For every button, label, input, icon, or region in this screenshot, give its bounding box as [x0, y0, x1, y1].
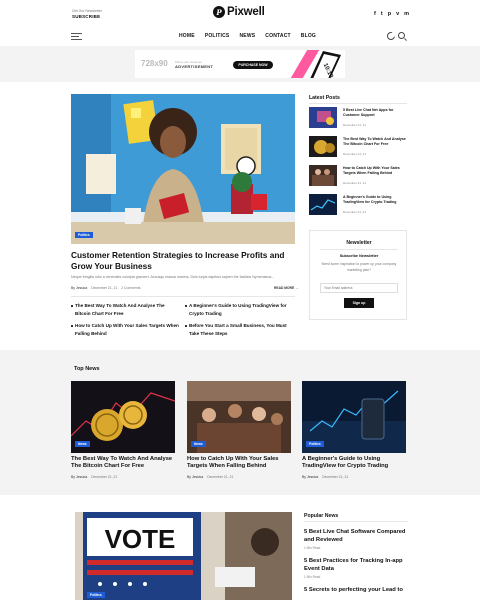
site-logo[interactable]: P Pixwell — [213, 6, 265, 18]
divider — [71, 296, 295, 297]
medium-icon[interactable]: m — [404, 11, 409, 17]
latest-post-item[interactable]: 5 Best Live Chat Net Apps for Customer S… — [309, 107, 409, 131]
post-title[interactable]: How to Catch Up With Your Sales Targets … — [343, 166, 407, 176]
related-post[interactable]: Before You Start a Small Business, You M… — [185, 322, 293, 337]
logo-text: Pixwell — [227, 6, 265, 18]
post-date: December 21, 21 — [91, 475, 118, 479]
latest-post-item[interactable]: A Beginner's Guide to Using TradingView … — [309, 194, 409, 218]
post-thumbnail[interactable] — [309, 165, 337, 186]
newsletter-description: Need some inspiration to power up your c… — [321, 262, 397, 272]
related-post[interactable]: The Best Way To Watch And Analyse The Bi… — [71, 302, 179, 317]
category-badge[interactable]: Politics — [87, 592, 105, 598]
ad-size: 728x90 — [141, 59, 168, 68]
purchase-now-button[interactable]: PURCHASE NOW — [233, 61, 273, 69]
post-title[interactable]: 5 Secrets to perfecting your Lead to — [304, 587, 408, 595]
newsletter-label: Get Our Newsletter — [72, 9, 102, 13]
post-date: December 21, 21 — [91, 286, 118, 290]
read-time: 1 Min Read — [304, 546, 321, 551]
featured-image[interactable]: VOTE Politics — [75, 512, 292, 600]
hero-image[interactable]: Politics — [71, 94, 295, 244]
read-more-link[interactable]: READ MORE → — [274, 286, 298, 290]
category-badge[interactable]: Politics — [75, 232, 93, 238]
news-card-meta: By Jessica December 21, 21 — [71, 475, 117, 479]
post-date: December 21, 21 — [343, 152, 367, 156]
author-name[interactable]: By Jessica — [71, 286, 87, 290]
popular-news-heading: Popular News — [304, 513, 339, 519]
dark-mode-icon[interactable] — [387, 32, 396, 40]
social-links: f t p v m — [374, 11, 409, 17]
author-name[interactable]: By Jessica — [187, 475, 203, 479]
hero-meta: By Jessica December 21, 21 2 Comments — [71, 286, 140, 290]
category-badge[interactable]: News — [191, 441, 206, 447]
ad-label: ADVERTISEMENT — [175, 64, 214, 69]
latest-posts-heading: Latest Posts — [309, 95, 340, 101]
nav-item-blog[interactable]: BLOG — [301, 33, 316, 39]
latest-post-item[interactable]: How to Catch Up With Your Sales Targets … — [309, 165, 409, 189]
post-title[interactable]: A Beginner's Guide to Using TradingView … — [343, 195, 407, 205]
nav-item-politics[interactable]: POLITICS — [205, 33, 230, 39]
news-card-title[interactable]: A Beginner's Guide to Using TradingView … — [302, 456, 410, 471]
news-card-title[interactable]: How to Catch Up With Your Sales Targets … — [187, 456, 295, 471]
hero-title[interactable]: Customer Retention Strategies to Increas… — [71, 250, 301, 271]
nav-menu: HOME POLITICS NEWS CONTACT BLOG — [179, 33, 316, 39]
newsletter-subtitle: Subscribe Newsletter — [339, 254, 379, 258]
top-header: Get Our Newsletter SUBSCRIBE P Pixwell f… — [0, 0, 480, 28]
facebook-icon[interactable]: f — [374, 11, 376, 17]
read-time: 1 Min Read — [304, 575, 321, 580]
post-date: December 21, 21 — [343, 181, 367, 185]
news-card-meta: By Jessica December 21, 21 — [187, 475, 233, 479]
search-icon[interactable] — [398, 32, 405, 39]
author-name[interactable]: By Jessica — [302, 475, 318, 479]
comment-count[interactable]: 2 Comments — [121, 286, 140, 290]
nav-item-home[interactable]: HOME — [179, 33, 195, 39]
twitter-icon[interactable]: t — [381, 11, 383, 17]
nav-item-contact[interactable]: CONTACT — [265, 33, 290, 39]
popular-post-item[interactable]: 5 Best Practices for Tracking In-app Eve… — [304, 558, 408, 579]
ad-banner[interactable]: 728x90 Place your business ADVERTISEMENT… — [135, 50, 345, 78]
phone-graphic: 10:10 — [290, 50, 341, 78]
post-date: December 21, 21 — [322, 475, 349, 479]
post-date: December 21, 21 — [343, 123, 367, 127]
vimeo-icon[interactable]: v — [396, 11, 399, 17]
post-title[interactable]: 5 Best Live Chat Net Apps for Customer S… — [343, 108, 407, 118]
vote-sign: VOTE — [105, 524, 176, 554]
divider — [309, 103, 407, 104]
post-title[interactable]: The Best Way To Watch And Analyse The Bi… — [343, 137, 407, 147]
news-card-image[interactable]: News — [71, 381, 175, 453]
popular-post-item[interactable]: 5 Best Live Chat Software Compared and R… — [304, 529, 408, 550]
divider — [320, 249, 398, 250]
category-badge[interactable]: Politics — [306, 441, 324, 447]
top-news-heading: Top News — [74, 366, 100, 372]
post-date: December 21, 21 — [343, 210, 367, 214]
subscribe-link[interactable]: SUBSCRIBE — [72, 14, 100, 19]
related-post[interactable]: How to Catch Up With Your Sales Targets … — [71, 322, 179, 337]
sign-up-button[interactable]: Sign up — [344, 298, 374, 308]
latest-post-item[interactable]: The Best Way To Watch And Analyse The Bi… — [309, 136, 409, 160]
ad-section: 728x90 Place your business ADVERTISEMENT… — [0, 46, 480, 82]
news-card-title[interactable]: The Best Way To Watch And Analyse The Bi… — [71, 456, 179, 471]
logo-mark-icon: P — [213, 6, 225, 18]
post-thumbnail[interactable] — [309, 194, 337, 215]
post-title[interactable]: 5 Best Practices for Tracking In-app Eve… — [304, 558, 408, 573]
menu-icon[interactable] — [71, 33, 82, 42]
newsletter-title: Newsletter — [346, 240, 372, 246]
email-field[interactable] — [320, 283, 398, 293]
main-navigation: HOME POLITICS NEWS CONTACT BLOG — [0, 28, 480, 46]
nav-item-news[interactable]: NEWS — [239, 33, 255, 39]
news-card-image[interactable]: Politics — [302, 381, 406, 453]
news-card-image[interactable]: News — [187, 381, 291, 453]
author-name[interactable]: By Jessica — [71, 475, 87, 479]
post-title[interactable]: 5 Best Live Chat Software Compared and R… — [304, 529, 408, 544]
related-post[interactable]: A Beginner's Guide to Using TradingView … — [185, 302, 293, 317]
post-thumbnail[interactable] — [309, 136, 337, 157]
post-date: December 21, 21 — [207, 475, 234, 479]
post-thumbnail[interactable] — [309, 107, 337, 128]
pinterest-icon[interactable]: p — [388, 11, 391, 17]
popular-post-item[interactable]: 5 Secrets to perfecting your Lead to — [304, 587, 408, 595]
divider — [304, 521, 408, 522]
news-card-meta: By Jessica December 21, 21 — [302, 475, 348, 479]
category-badge[interactable]: News — [75, 441, 90, 447]
hero-excerpt: Neque fringilla odio a venenatis volutpa… — [71, 275, 275, 279]
newsletter-widget: Newsletter Subscribe Newsletter Need som… — [309, 230, 407, 320]
